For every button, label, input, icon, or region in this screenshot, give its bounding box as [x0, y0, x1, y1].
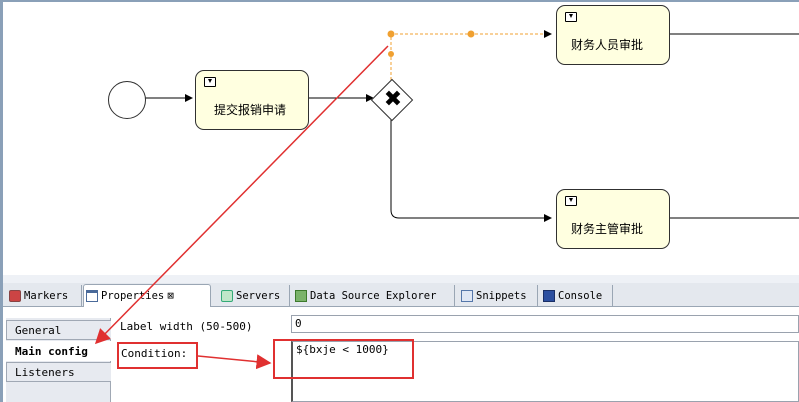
- label-width-field[interactable]: 0: [291, 315, 799, 333]
- flow-gateway-to-manager: [390, 116, 552, 222]
- tab-markers[interactable]: Markers: [7, 285, 82, 306]
- start-event[interactable]: [108, 81, 146, 119]
- flow-lines: [144, 30, 799, 222]
- flow-handle: [387, 30, 395, 38]
- user-task-icon: [565, 196, 577, 206]
- tab-label: Properties: [101, 290, 165, 302]
- user-task-icon: [204, 77, 216, 87]
- condition-label-highlight: [117, 342, 198, 369]
- diagram-canvas[interactable]: 提交报销申请 财务人员审批 财务主管审批 ✖: [0, 0, 799, 275]
- sidetab-listeners[interactable]: Listeners: [6, 362, 111, 382]
- tab-snippets[interactable]: Snippets: [459, 285, 538, 306]
- label-width-label: Label width (50-500): [120, 320, 253, 333]
- task-finance-staff-approval[interactable]: 财务人员审批: [556, 5, 670, 65]
- view-tab-bar: Markers Properties ⊠ Servers Data Source…: [3, 283, 799, 307]
- task-label: 财务主管审批: [571, 222, 644, 236]
- flow-handle: [467, 30, 475, 38]
- tab-label: Snippets: [476, 289, 527, 302]
- markers-icon: [9, 289, 21, 302]
- user-task-icon: [565, 12, 577, 22]
- data-source-icon: [295, 289, 307, 302]
- flow-handle: [388, 51, 394, 57]
- console-icon: [543, 289, 555, 302]
- tab-properties[interactable]: Properties ⊠: [83, 284, 211, 307]
- close-x-icon: ✖: [383, 87, 403, 112]
- properties-icon: [86, 290, 98, 302]
- tab-label: Console: [558, 289, 603, 302]
- condition-value-highlight: [273, 339, 414, 379]
- task-submit-reimbursement[interactable]: 提交报销申请: [195, 70, 309, 130]
- servers-icon: [221, 289, 233, 302]
- tab-console[interactable]: Console: [541, 285, 613, 306]
- flow-gateway-to-staff: [390, 30, 552, 80]
- task-finance-manager-approval[interactable]: 财务主管审批: [556, 189, 670, 249]
- task-label: 财务人员审批: [571, 38, 644, 52]
- tab-label: Markers: [24, 289, 69, 302]
- tab-servers[interactable]: Servers: [219, 285, 290, 306]
- tab-label: Servers: [236, 289, 281, 302]
- tab-data-source-explorer[interactable]: Data Source Explorer: [293, 285, 455, 306]
- snippets-icon: [461, 289, 473, 302]
- task-label: 提交报销申请: [214, 103, 287, 117]
- tab-label: Data Source Explorer: [310, 289, 437, 302]
- close-icon[interactable]: ⊠: [167, 286, 174, 306]
- sidetab-main-config[interactable]: Main config: [6, 341, 111, 361]
- sidetab-general[interactable]: General: [6, 320, 111, 340]
